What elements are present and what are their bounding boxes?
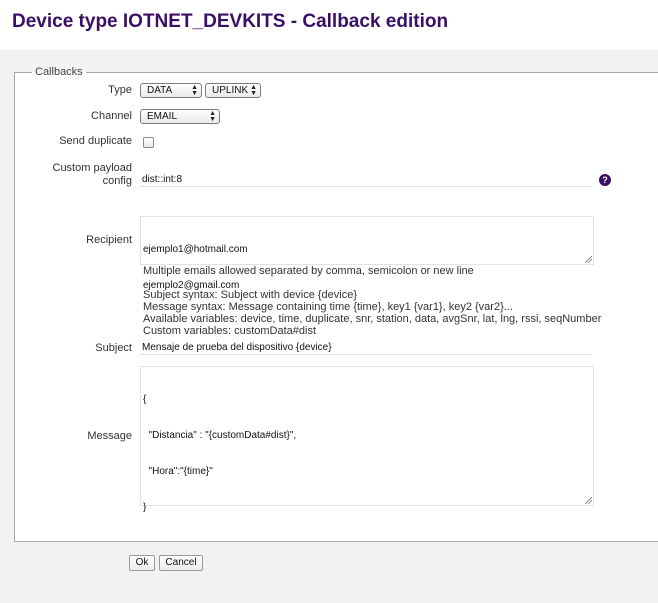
message-textarea[interactable]: { "Distancia" : "{customData#dist}", "Ho… [140,366,594,513]
syntax-line-message: Message syntax: Message containing time … [143,301,513,313]
type-select[interactable]: DATA ▲ ▼ [140,83,202,98]
custom-payload-input[interactable]: dist::int:8 [140,174,592,187]
custom-payload-label-line2: config [102,175,132,187]
send-duplicate-label: Send duplicate [59,135,132,147]
message-line-3: "Hora":"{time}" [143,466,213,477]
type-label: Type [108,84,132,96]
subject-label: Subject [95,342,132,354]
channel-select[interactable]: EMAIL ▲ ▼ [140,109,220,124]
recipient-hint: Multiple emails allowed separated by com… [143,265,474,277]
channel-select-value: EMAIL [147,111,178,122]
type-select-value: DATA [147,85,173,96]
cancel-button[interactable]: Cancel [159,555,203,571]
syntax-line-subject: Subject syntax: Subject with device {dev… [143,289,358,301]
updown-arrows-icon: ▲ ▼ [209,110,216,123]
message-line-2: "Distancia" : "{customData#dist}", [143,430,297,441]
recipient-label: Recipient [86,234,132,246]
recipient-line-1: ejemplo1@hotmail.com [143,244,248,255]
recipient-textarea[interactable]: ejemplo1@hotmail.com ejemplo2@gmail.com [140,216,594,291]
question-circle-icon[interactable]: ? [599,174,611,186]
subject-input[interactable]: Mensaje de prueba del dispositivo {devic… [140,342,592,355]
message-line-4: } [143,502,147,513]
syntax-line-available: Available variables: device, time, dupli… [143,313,602,325]
updown-arrows-icon: ▲ ▼ [250,84,257,97]
channel-label: Channel [91,110,132,122]
custom-payload-label-line1: Custom payload [52,162,133,174]
callbacks-legend: Callbacks [35,66,83,78]
direction-select[interactable]: UPLINK ▲ ▼ [205,83,261,98]
send-duplicate-checkbox[interactable] [143,137,154,148]
message-line-1: { [143,394,147,405]
title-bar: Device type IOTNET_DEVKITS - Callback ed… [0,0,658,50]
updown-arrows-icon: ▲ ▼ [191,84,198,97]
direction-select-value: UPLINK [212,85,249,96]
custom-payload-label: Custom payload config [53,162,133,188]
ok-button[interactable]: Ok [129,555,155,571]
resize-grip-icon[interactable] [585,256,592,263]
resize-grip-icon[interactable] [585,497,592,504]
message-label: Message [87,430,132,442]
syntax-line-custom: Custom variables: customData#dist [143,325,317,337]
page-title: Device type IOTNET_DEVKITS - Callback ed… [12,11,449,32]
